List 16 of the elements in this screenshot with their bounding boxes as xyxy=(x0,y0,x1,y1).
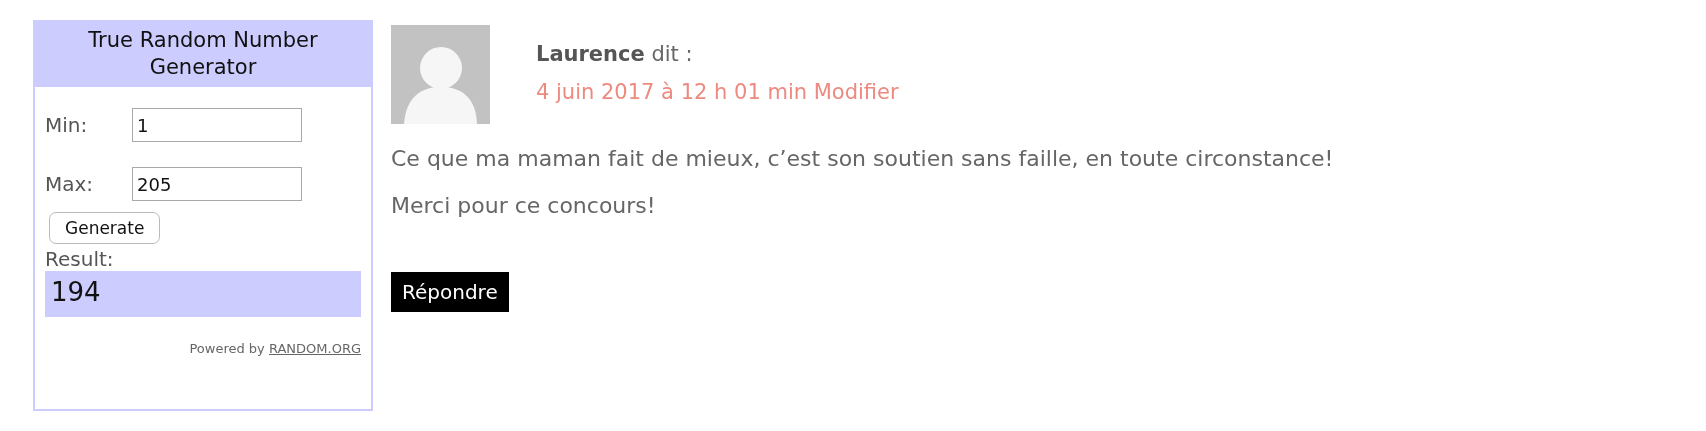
avatar-icon xyxy=(391,25,490,124)
min-field[interactable]: 1 xyxy=(132,108,302,142)
widget-title: True Random Number Generator xyxy=(35,22,371,87)
says-text: dit : xyxy=(651,42,693,66)
comment-text: Merci pour ce concours! xyxy=(391,193,657,218)
result-value: 194 xyxy=(45,271,361,317)
result-label: Result: xyxy=(45,247,115,271)
powered-by-text: Powered by xyxy=(189,341,265,356)
min-label: Min: xyxy=(45,113,89,137)
comment-text: Ce que ma maman fait de mieux, c’est son soutien sans faille, en toute circonstance! xyxy=(391,146,1334,171)
reply-button[interactable]: Répondre xyxy=(391,272,509,312)
author-name: Laurence xyxy=(536,42,645,66)
random-org-link[interactable]: RANDOM.ORG xyxy=(268,341,361,356)
max-field[interactable]: 205 xyxy=(132,167,302,201)
generate-button[interactable]: Generate xyxy=(49,212,161,244)
max-label: Max: xyxy=(45,172,95,196)
